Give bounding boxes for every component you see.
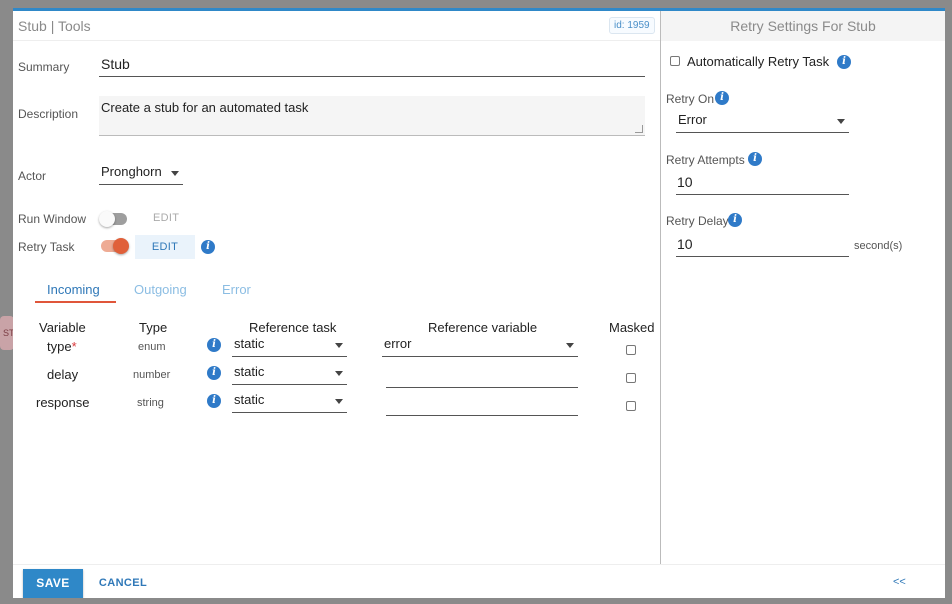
reference-variable-value: error (384, 336, 412, 351)
run-window-label: Run Window (18, 212, 87, 226)
variable-name: delay (47, 367, 79, 382)
description-label: Description (18, 107, 79, 121)
retry-on-value: Error (678, 112, 707, 127)
auto-retry-checkbox[interactable] (670, 56, 680, 66)
caret-down-icon (837, 119, 845, 124)
info-icon[interactable]: i (837, 55, 851, 69)
caret-down-icon (335, 399, 343, 404)
row-type: enum (138, 341, 166, 353)
task-modal: Stub | Tools id: 1959 Summary Stub Descr… (13, 8, 945, 598)
toggle-knob (113, 238, 129, 254)
retry-attempts-label: Retry Attempts (666, 153, 745, 167)
masked-checkbox[interactable] (626, 401, 636, 411)
run-window-edit-link[interactable]: EDIT (153, 212, 179, 224)
retry-task-edit-button[interactable]: EDIT (135, 235, 195, 259)
row-type: string (137, 397, 164, 409)
collapse-panel-button[interactable]: << (893, 576, 906, 588)
resize-grip-icon[interactable] (635, 125, 643, 133)
actor-select[interactable]: Pronghorn (99, 164, 183, 185)
reference-task-select[interactable]: static (232, 336, 347, 357)
column-header-reference-task: Reference task (249, 320, 337, 335)
info-icon[interactable]: i (748, 152, 762, 166)
auto-retry-label: Automatically Retry Task (687, 54, 830, 69)
info-icon[interactable]: i (207, 394, 221, 408)
reference-variable-select[interactable]: error (382, 336, 578, 357)
retry-on-label: Retry On (666, 92, 715, 106)
retry-settings-title: Retry Settings For Stub (730, 18, 876, 34)
row-variable: type* (47, 339, 77, 354)
retry-delay-unit: second(s) (854, 240, 903, 252)
retry-task-label: Retry Task (18, 240, 75, 254)
summary-label: Summary (18, 60, 70, 74)
reference-task-select[interactable]: static (232, 364, 347, 385)
retry-attempts-value: 10 (677, 174, 693, 190)
masked-checkbox[interactable] (626, 345, 636, 355)
run-window-toggle[interactable] (99, 211, 127, 227)
info-icon[interactable]: i (201, 240, 215, 254)
tab-outgoing[interactable]: Outgoing (134, 282, 187, 297)
modal-footer: SAVE CANCEL << (13, 564, 945, 598)
description-textarea[interactable]: Create a stub for an automated task (99, 96, 645, 136)
column-header-masked: Masked (609, 320, 655, 335)
tab-incoming[interactable]: Incoming (47, 282, 100, 297)
toggle-knob (99, 211, 115, 227)
info-icon[interactable]: i (715, 91, 729, 105)
panel-title: Stub | Tools (18, 18, 91, 34)
actor-value: Pronghorn (101, 164, 162, 179)
tab-error[interactable]: Error (222, 282, 251, 297)
info-icon[interactable]: i (207, 338, 221, 352)
reference-task-value: static (234, 392, 265, 407)
retry-task-toggle[interactable] (101, 238, 129, 254)
caret-down-icon (566, 343, 574, 348)
row-variable: delay (47, 367, 78, 382)
column-header-type: Type (139, 320, 168, 335)
retry-delay-value: 10 (677, 236, 693, 252)
background-tab: ST (0, 316, 15, 350)
caret-down-icon (335, 343, 343, 348)
reference-task-select[interactable]: static (232, 392, 347, 413)
retry-attempts-input[interactable]: 10 (676, 174, 849, 195)
task-details-panel: Stub | Tools id: 1959 Summary Stub Descr… (13, 11, 660, 564)
retry-delay-label: Retry Delay (666, 214, 729, 228)
info-icon[interactable]: i (207, 366, 221, 380)
panel-header: Stub | Tools id: 1959 (13, 11, 660, 41)
info-icon[interactable]: i (728, 213, 742, 227)
active-tab-indicator (35, 301, 116, 303)
cancel-button[interactable]: CANCEL (93, 569, 153, 598)
retry-on-select[interactable]: Error (676, 112, 849, 133)
row-type: number (133, 369, 171, 381)
summary-input[interactable]: Stub (99, 56, 645, 77)
task-id-badge: id: 1959 (609, 17, 655, 34)
column-header-reference-variable: Reference variable (428, 320, 538, 335)
retry-settings-panel: Retry Settings For Stub Automatically Re… (661, 11, 945, 564)
save-button[interactable]: SAVE (23, 569, 83, 598)
caret-down-icon (171, 171, 179, 176)
actor-label: Actor (18, 169, 47, 183)
reference-task-value: static (234, 336, 265, 351)
summary-value: Stub (101, 56, 130, 72)
retry-delay-input[interactable]: 10 (676, 236, 849, 257)
required-mark: * (71, 339, 77, 354)
masked-checkbox[interactable] (626, 373, 636, 383)
retry-settings-header: Retry Settings For Stub (661, 11, 945, 41)
row-variable: response (36, 395, 89, 410)
column-header-variable: Variable (39, 320, 86, 335)
caret-down-icon (335, 371, 343, 376)
variable-name: type (47, 339, 72, 354)
reference-variable-input[interactable] (386, 369, 578, 388)
variable-name: response (36, 395, 90, 410)
reference-task-value: static (234, 364, 265, 379)
reference-variable-input[interactable] (386, 397, 578, 416)
description-value: Create a stub for an automated task (101, 100, 309, 115)
